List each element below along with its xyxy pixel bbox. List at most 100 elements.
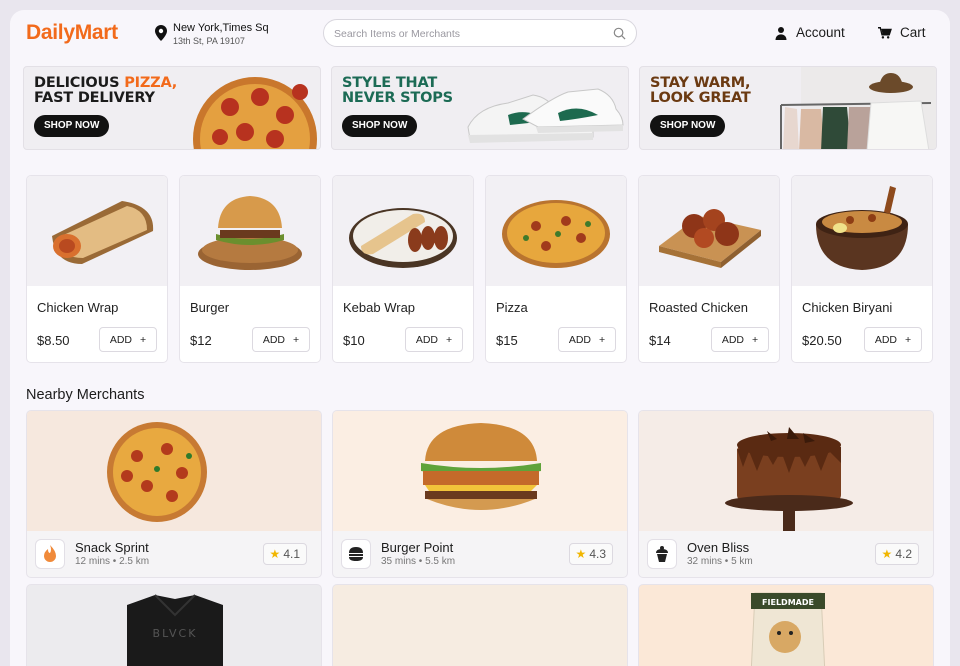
location-line2: 13th St, PA 19107 [173,36,245,46]
add-to-cart-button[interactable]: ADD + [711,327,769,352]
cake-icon [725,427,853,531]
food-card[interactable]: Chicken Wrap $8.50 ADD + [26,175,168,363]
banner-title-line2: LOOK GREAT [650,89,751,106]
food-image [333,176,473,286]
promo-banner-shoes[interactable]: STYLE THAT NEVER STOPS SHOP NOW [331,66,629,150]
add-label: ADD [568,333,592,346]
top-header: DailyMart New York,Times Sq 13th St, PA … [10,10,950,60]
plus-icon: + [599,333,606,346]
add-label: ADD [721,333,745,346]
search-input[interactable]: Search Items or Merchants [323,19,637,47]
clothing-rack-icon [780,67,936,149]
merchant-meta: 12 mins • 2.5 km [75,556,150,567]
banner-title: DELICIOUS PIZZA, FAST DELIVERY [34,76,177,105]
pizza-icon [107,422,207,522]
plus-icon: + [905,333,912,346]
search-placeholder: Search Items or Merchants [334,28,461,40]
user-icon [775,26,787,40]
merchant-name: Oven Bliss [687,540,750,555]
plus-icon: + [293,333,300,346]
add-to-cart-button[interactable]: ADD + [405,327,463,352]
location-selector[interactable]: New York,Times Sq 13th St, PA 19107 [155,22,269,46]
roasted-chicken-icon [659,209,761,268]
rating-value: 4.3 [589,547,606,561]
merchant-name: Burger Point [381,540,454,555]
food-card[interactable]: Pizza $15 ADD + [485,175,627,363]
plus-icon: + [446,333,453,346]
food-name: Burger [190,300,230,315]
star-icon: ★ [881,547,893,561]
search-icon[interactable] [613,27,626,40]
rating-value: 4.2 [895,547,912,561]
add-to-cart-button[interactable]: ADD + [558,327,616,352]
star-icon: ★ [575,547,587,561]
food-name: Roasted Chicken [649,300,748,315]
burger-icon [421,423,541,510]
pizza-icon [502,200,610,268]
shop-now-button[interactable]: SHOP NOW [342,115,418,137]
food-price: $20.50 [802,333,842,348]
food-price: $10 [343,333,365,348]
banner-title-line2: NEVER STOPS [342,89,453,106]
food-name: Pizza [496,300,528,315]
merchant-card[interactable]: Snack Sprint 12 mins • 2.5 km ★ 4.1 [26,410,322,578]
food-card[interactable]: Roasted Chicken $14 ADD + [638,175,780,363]
cart-label: Cart [900,25,926,40]
jacket-icon: BLVCK [127,594,223,666]
brand-logo[interactable]: DailyMart [26,21,118,45]
food-price: $14 [649,333,671,348]
add-to-cart-button[interactable]: ADD + [864,327,922,352]
app-window: DailyMart New York,Times Sq 13th St, PA … [10,10,950,666]
add-to-cart-button[interactable]: ADD + [252,327,310,352]
add-to-cart-button[interactable]: ADD + [99,327,157,352]
food-price: $12 [190,333,212,348]
food-card[interactable]: Chicken Biryani $20.50 ADD + [791,175,933,363]
location-pin-icon [155,25,167,41]
bag-brand-text: FIELDMADE [762,598,814,607]
merchant-card[interactable]: BLVCK [26,584,322,666]
location-line1: New York,Times Sq [173,22,269,34]
merchant-card[interactable]: FIELDMADE [638,584,934,666]
food-image [180,176,320,286]
banner-title: STAY WARM, LOOK GREAT [650,76,751,105]
add-label: ADD [874,333,898,346]
rating-value: 4.1 [283,547,300,561]
add-label: ADD [415,333,439,346]
promo-banner-clothing[interactable]: STAY WARM, LOOK GREAT SHOP NOW [639,66,937,150]
banner-title-line2: FAST DELIVERY [34,89,155,106]
merchant-meta: 32 mins • 5 km [687,556,753,567]
merchant-logo-burger-icon [341,539,371,569]
rating-badge: ★ 4.3 [568,543,613,565]
merchant-card[interactable]: Burger Point 35 mins • 5.5 km ★ 4.3 [332,410,628,578]
merchant-image [27,411,321,531]
plus-icon: + [140,333,147,346]
banner-title: STYLE THAT NEVER STOPS [342,76,453,105]
merchant-logo-cupcake-icon [647,539,677,569]
food-price: $8.50 [37,333,70,348]
pet-food-bag-icon: FIELDMADE [750,592,826,666]
merchant-logo-flame-icon [35,539,65,569]
food-card[interactable]: Kebab Wrap $10 ADD + [332,175,474,363]
food-name: Kebab Wrap [343,300,416,315]
account-button[interactable]: Account [774,25,845,40]
promo-banner-pizza[interactable]: DELICIOUS PIZZA, FAST DELIVERY SHOP NOW [23,66,321,150]
kebab-icon [349,208,457,268]
shop-now-button[interactable]: SHOP NOW [650,115,726,137]
cart-button[interactable]: Cart [878,25,926,40]
cart-icon [878,26,892,39]
sneaker-icon [467,88,624,143]
merchant-card[interactable]: Oven Bliss 32 mins • 5 km ★ 4.2 [638,410,934,578]
burger-icon [198,196,302,270]
merchant-card[interactable] [332,584,628,666]
section-title-nearby: Nearby Merchants [26,387,145,403]
food-price: $15 [496,333,518,348]
food-image [792,176,932,286]
food-card[interactable]: Burger $12 ADD + [179,175,321,363]
pizza-icon [193,77,317,149]
add-label: ADD [262,333,286,346]
biryani-icon [816,186,908,270]
add-label: ADD [109,333,133,346]
jacket-brand-text: BLVCK [153,627,198,640]
shop-now-button[interactable]: SHOP NOW [34,115,110,137]
star-icon: ★ [269,547,281,561]
